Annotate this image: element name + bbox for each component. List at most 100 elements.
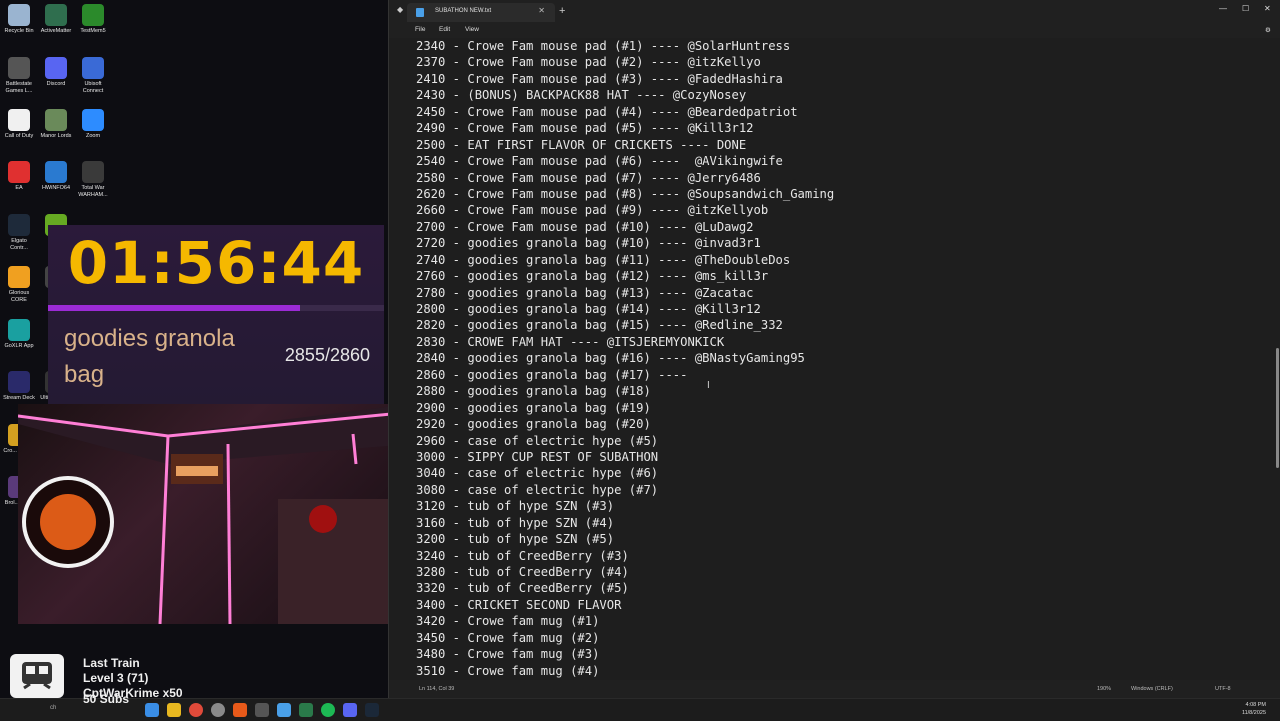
text-line: 3480 - Crowe fam mug (#3)	[416, 647, 600, 662]
train-level: Level 3 (71)	[83, 671, 149, 685]
spotify-icon[interactable]	[321, 703, 335, 717]
maximize-button[interactable]: ☐	[1242, 4, 1249, 13]
shortcut-icon	[8, 371, 30, 393]
clock-date: 11/8/2025	[1241, 710, 1266, 716]
vertical-scrollbar[interactable]	[1275, 38, 1279, 678]
shortcut-icon	[45, 161, 67, 183]
line-ending: Windows (CRLF)	[1131, 686, 1173, 692]
desktop-shortcut[interactable]: HWiNFO64	[39, 161, 73, 192]
text-line: 3240 - tub of CreedBerry (#3)	[416, 548, 629, 563]
webcam-feed	[18, 404, 411, 624]
tab-title: SUBATHON NEW.txt	[435, 8, 492, 14]
zoom-level: 190%	[1097, 686, 1112, 692]
text-line: 2580 - Crowe Fam mouse pad (#7) ---- @Je…	[416, 170, 761, 185]
shortcut-icon	[82, 4, 104, 26]
tab-subathon-new[interactable]: SUBATHON NEW.txt ✕	[407, 3, 555, 22]
scrollbar-thumb[interactable]	[1276, 348, 1279, 468]
text-line: 2720 - goodies granola bag (#10) ---- @i…	[416, 236, 761, 251]
text-line: 2410 - Crowe Fam mouse pad (#3) ---- @Fa…	[416, 71, 783, 86]
text-line: 2700 - Crowe Fam mouse pad (#10) ---- @L…	[416, 219, 754, 234]
shortcut-icon	[8, 57, 30, 79]
shortcut-icon	[82, 109, 104, 131]
desktop-shortcut[interactable]: Stream Deck	[2, 371, 36, 402]
notepad-app-icon: ◆	[397, 5, 404, 14]
desktop-shortcut[interactable]: Ubisoft Connect	[76, 57, 110, 95]
text-line: 2430 - (BONUS) BACKPACK88 HAT ---- @Cozy…	[416, 88, 747, 103]
menu-view[interactable]: View	[465, 26, 479, 33]
minimize-button[interactable]: —	[1219, 4, 1227, 13]
shortcut-label: Stream Deck	[3, 395, 35, 401]
text-line: 2370 - Crowe Fam mouse pad (#2) ---- @it…	[416, 55, 761, 70]
desktop-shortcut[interactable]: Zoom	[76, 109, 110, 140]
shortcut-icon	[8, 161, 30, 183]
shortcut-icon	[8, 109, 30, 131]
shortcut-icon	[82, 57, 104, 79]
text-line: 2740 - goodies granola bag (#11) ---- @T…	[416, 252, 791, 267]
shortcut-icon	[8, 214, 30, 236]
text-line: 3400 - CRICKET SECOND FLAVOR	[416, 597, 622, 612]
shortcut-label: Call of Duty	[4, 133, 34, 139]
train-subs: 50 Subs	[83, 692, 130, 706]
desktop: Recycle Bin ActiveMatter TestMem5 Battlesta…	[0, 0, 411, 700]
text-line: 2820 - goodies granola bag (#15) ---- @R…	[416, 318, 783, 333]
desktop-shortcut[interactable]: GoXLR App	[2, 319, 36, 350]
desktop-shortcut[interactable]: Glorious CORE	[2, 266, 36, 304]
notepad-window: ◆ SUBATHON NEW.txt ✕ + — ☐ ✕ File Edit V…	[388, 0, 1280, 698]
shortcut-label: EA	[15, 185, 23, 191]
shortcut-label: Ubisoft Connect	[82, 81, 104, 94]
webcam-scene	[18, 404, 411, 624]
desktop-shortcut[interactable]: Call of Duty	[2, 109, 36, 140]
text-line: 2490 - Crowe Fam mouse pad (#5) ---- @Ki…	[416, 121, 754, 136]
shortcut-label: Battlestate Games L...	[5, 81, 33, 94]
desktop-shortcut[interactable]: TestMem5	[76, 4, 110, 35]
settings-gear-icon[interactable]: ⚙	[1265, 26, 1271, 34]
chrome-icon[interactable]	[189, 703, 203, 717]
text-line: 2450 - Crowe Fam mouse pad (#4) ---- @Be…	[416, 104, 798, 119]
notepad-taskbar-icon[interactable]	[277, 703, 291, 717]
shortcut-label: Manor Lords	[40, 133, 72, 139]
text-line: 2840 - goodies granola bag (#16) ---- @B…	[416, 351, 805, 366]
text-line: 3080 - case of electric hype (#7)	[416, 482, 659, 497]
text-line: 3040 - case of electric hype (#6)	[416, 466, 659, 481]
shortcut-label: TestMem5	[80, 28, 106, 34]
text-line: 3420 - Crowe fam mug (#1)	[416, 614, 600, 629]
steam-icon[interactable]	[365, 703, 379, 717]
close-window-button[interactable]: ✕	[1264, 4, 1271, 13]
countdown-timer: 01:56:44	[67, 229, 365, 297]
shortcut-label: Elgato Contr...	[10, 238, 28, 251]
desktop-shortcut[interactable]: ActiveMatter	[39, 4, 73, 35]
desktop-shortcut[interactable]: Manor Lords	[39, 109, 73, 140]
text-editor[interactable]: 2340 - Crowe Fam mouse pad (#1) ---- @So…	[416, 38, 1272, 678]
file-explorer-icon[interactable]	[167, 703, 181, 717]
text-line: 2830 - CROWE FAM HAT ---- @ITSJEREMYONKI…	[416, 334, 725, 349]
text-line: 2340 - Crowe Fam mouse pad (#1) ---- @So…	[416, 39, 791, 53]
discord-icon[interactable]	[343, 703, 357, 717]
menu-file[interactable]: File	[415, 26, 425, 33]
desktop-shortcut[interactable]: Discord	[39, 57, 73, 88]
desktop-shortcut[interactable]: EA	[2, 161, 36, 192]
file-icon	[416, 8, 424, 17]
editor-gutter	[389, 38, 414, 678]
desktop-shortcut[interactable]: Elgato Contr...	[2, 214, 36, 252]
close-tab-icon[interactable]: ✕	[538, 6, 545, 15]
text-line: 2860 - goodies granola bag (#17) ----	[416, 367, 688, 382]
desktop-shortcut[interactable]: Battlestate Games L...	[2, 57, 36, 95]
system-clock[interactable]: 4:08 PM 11/8/2025	[1242, 701, 1266, 717]
new-tab-button[interactable]: +	[559, 5, 565, 17]
obs-icon[interactable]	[211, 703, 225, 717]
shortcut-label: Recycle Bin	[4, 28, 34, 34]
terminal-icon[interactable]	[255, 703, 269, 717]
menu-edit[interactable]: Edit	[439, 26, 450, 33]
app-icon[interactable]	[233, 703, 247, 717]
text-line: 2500 - EAT FIRST FLAVOR OF CRICKETS ----…	[416, 137, 747, 152]
goal-label: goodies granola bag	[64, 325, 235, 388]
desktop-shortcut[interactable]: Recycle Bin	[2, 4, 36, 35]
title-bar: ◆ SUBATHON NEW.txt ✕ + — ☐ ✕	[389, 0, 1280, 22]
app-icon-2[interactable]	[299, 703, 313, 717]
search-box[interactable]: ch	[50, 705, 56, 711]
text-line: 3120 - tub of hype SZN (#3)	[416, 499, 615, 514]
text-line: 2780 - goodies granola bag (#13) ---- @Z…	[416, 285, 754, 300]
task-view-icon[interactable]	[145, 703, 159, 717]
desktop-shortcut[interactable]: Total War WARHAM...	[76, 161, 110, 199]
shortcut-icon	[8, 4, 30, 26]
